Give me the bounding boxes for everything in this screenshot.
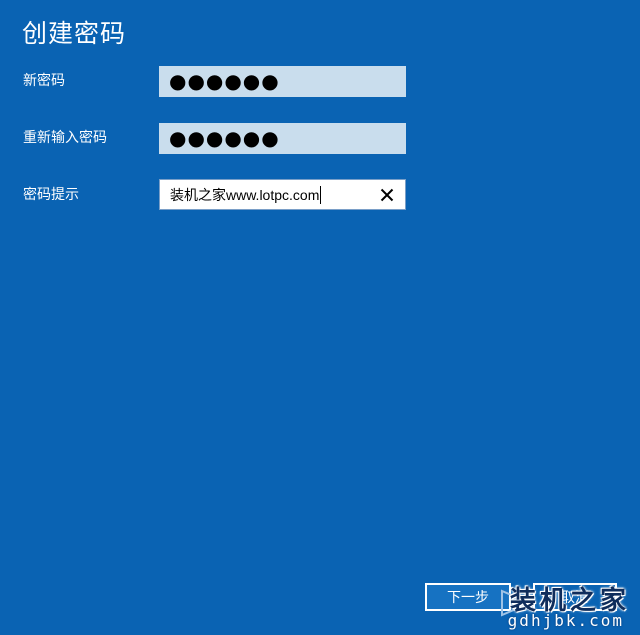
password-hint-label: 密码提示	[23, 187, 79, 203]
next-button-label: 下一步	[447, 590, 489, 606]
text-caret	[320, 185, 322, 204]
new-password-label: 新密码	[23, 73, 65, 89]
confirm-password-label: 重新输入密码	[23, 130, 107, 146]
confirm-password-value: ●●●●●●	[169, 125, 280, 150]
close-icon	[380, 188, 394, 201]
confirm-password-input[interactable]: ●●●●●●	[159, 123, 406, 154]
cancel-button[interactable]: 取消	[533, 583, 617, 611]
cancel-button-label: 取消	[561, 590, 589, 606]
next-button[interactable]: 下一步	[425, 583, 511, 611]
watermark-en-text: gdhjbk.com	[507, 611, 624, 630]
page-title: 创建密码	[22, 19, 127, 48]
new-password-input[interactable]: ●●●●●●	[159, 66, 406, 97]
password-hint-value: 装机之家www.lotpc.com	[170, 186, 320, 203]
password-hint-input[interactable]: 装机之家www.lotpc.com	[159, 179, 406, 210]
clear-hint-button[interactable]	[375, 183, 399, 207]
new-password-value: ●●●●●●	[169, 68, 280, 93]
